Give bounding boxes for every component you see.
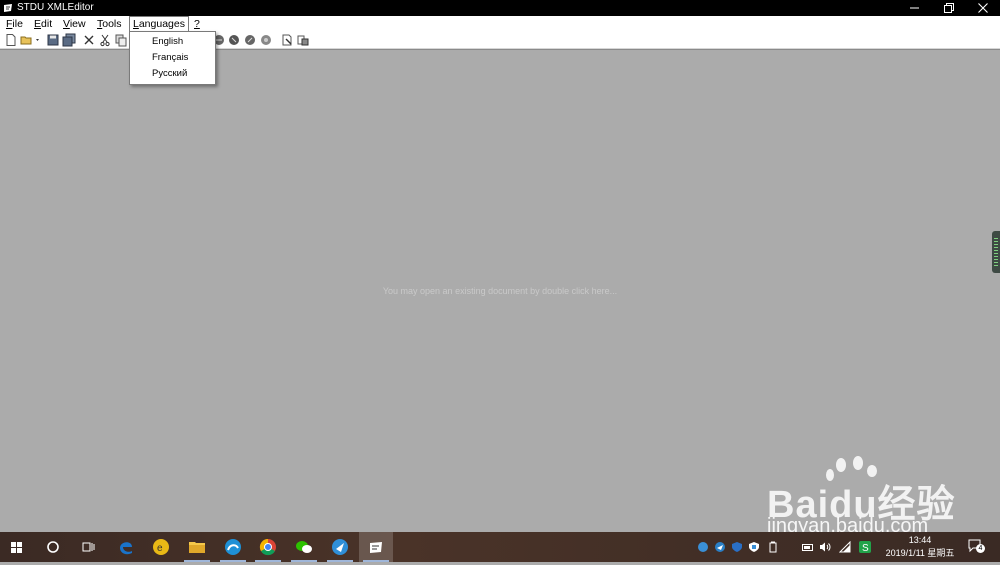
side-panel-handle[interactable]	[992, 231, 1000, 273]
taskbar-chrome[interactable]	[251, 532, 285, 562]
search-icon	[47, 541, 59, 553]
toolbar-button-12[interactable]	[280, 33, 294, 47]
start-button[interactable]	[0, 532, 34, 562]
menu-file[interactable]: File	[3, 16, 26, 32]
toolbar-icon	[261, 35, 271, 45]
minimize-button[interactable]	[898, 0, 932, 16]
taskbar-wechat[interactable]	[287, 532, 321, 562]
task-view-icon	[82, 542, 95, 552]
close-icon	[978, 3, 988, 13]
toolbar-icon	[229, 35, 239, 45]
open-document-hint: You may open an existing document by dou…	[382, 286, 618, 296]
tray-app-icon[interactable]	[697, 541, 709, 553]
menu-languages[interactable]: Languages	[129, 16, 189, 32]
languages-dropdown: English Français Русский	[129, 31, 216, 85]
menu-view[interactable]: View	[60, 16, 89, 32]
shield-icon[interactable]	[731, 541, 743, 553]
svg-text:S: S	[862, 543, 869, 553]
language-russian-label: Русский	[152, 68, 188, 79]
toolbar-icon	[245, 35, 255, 45]
taskbar-app-1[interactable]: e	[144, 532, 178, 562]
search-button[interactable]	[36, 532, 70, 562]
menu-help-label: ?	[194, 18, 200, 30]
language-francais-label: Français	[152, 52, 189, 63]
security-icon[interactable]	[748, 541, 760, 553]
menu-edit[interactable]: Edit	[31, 16, 55, 32]
cut-icon	[100, 34, 110, 47]
save-button[interactable]	[46, 33, 60, 47]
menu-languages-label: anguages	[138, 18, 185, 30]
open-button[interactable]	[20, 33, 39, 47]
open-icon	[20, 36, 39, 45]
taskbar-edge[interactable]	[109, 532, 143, 562]
save-icon	[47, 34, 59, 46]
taskbar: e S 13:44 2019/1/11 星期五 4	[0, 532, 1000, 562]
title-bar: STDU XMLEditor	[0, 0, 1000, 16]
task-view-button[interactable]	[71, 532, 105, 562]
svg-text:e: e	[157, 543, 163, 554]
notification-count: 4	[976, 544, 985, 553]
app-icon	[332, 539, 348, 555]
taskbar-file-explorer[interactable]	[180, 532, 214, 562]
restore-button[interactable]	[932, 0, 966, 16]
taskbar-app-2[interactable]	[216, 532, 250, 562]
menu-view-accel: V	[63, 18, 70, 30]
menu-edit-accel: E	[34, 18, 42, 30]
language-russian[interactable]: Русский	[130, 66, 215, 82]
toolbar-button-10[interactable]	[243, 33, 257, 47]
usb-icon[interactable]	[767, 541, 779, 553]
language-english[interactable]: English	[130, 34, 215, 50]
battery-icon[interactable]	[802, 541, 814, 553]
menu-view-label: iew	[69, 18, 86, 30]
start-icon	[11, 542, 22, 553]
new-icon	[6, 34, 16, 46]
edge-icon	[120, 542, 132, 555]
stdu-xmleditor-icon	[370, 542, 382, 553]
toolbar-button-13[interactable]	[296, 33, 310, 47]
toolbar-button-9[interactable]	[227, 33, 241, 47]
clock-time: 13:44	[908, 535, 932, 545]
app-logo-icon	[4, 4, 12, 12]
minimize-icon	[910, 7, 919, 9]
chrome-icon	[259, 538, 276, 556]
taskbar-stdu-xmleditor[interactable]	[359, 532, 393, 562]
app-icon: e	[153, 539, 169, 555]
wechat-icon	[296, 541, 312, 553]
menu-edit-label: dit	[41, 18, 53, 30]
menu-bar: File Edit View Tools Languages ?	[0, 16, 1000, 32]
delete-button[interactable]	[82, 33, 96, 47]
input-method-icon[interactable]: S	[859, 541, 871, 553]
action-center-button[interactable]: 4	[968, 539, 985, 553]
app-icon	[225, 539, 241, 555]
language-english-label: English	[152, 36, 184, 47]
new-button[interactable]	[4, 33, 18, 47]
close-button[interactable]	[966, 0, 1000, 16]
menu-help[interactable]: ?	[191, 16, 203, 32]
delete-icon	[84, 35, 94, 45]
save-all-button[interactable]	[62, 33, 76, 47]
menu-tools-label: ools	[102, 18, 122, 30]
side-panel-grip	[994, 238, 998, 266]
wifi-icon[interactable]	[839, 541, 851, 553]
window-title: STDU XMLEditor	[17, 2, 94, 13]
restore-icon	[944, 3, 954, 13]
tray-app-icon[interactable]	[714, 541, 726, 553]
clock-date: 2019/1/11 星期五	[885, 548, 955, 558]
cut-button[interactable]	[98, 33, 112, 47]
menu-file-label: ile	[12, 18, 23, 30]
toolbar-icon	[297, 35, 309, 46]
copy-button[interactable]	[114, 33, 128, 47]
file-explorer-icon	[189, 542, 205, 553]
language-francais[interactable]: Français	[130, 50, 215, 66]
save-all-icon	[62, 33, 76, 47]
taskbar-app-3[interactable]	[323, 532, 357, 562]
baidu-watermark: Baidu经验 jingyan.baidu.com	[765, 455, 970, 540]
toolbar-icon	[282, 34, 292, 46]
volume-icon[interactable]	[819, 541, 831, 553]
menu-tools[interactable]: Tools	[94, 16, 125, 32]
copy-icon	[115, 34, 127, 47]
system-clock[interactable]: 13:44 2019/1/11 星期五	[880, 534, 960, 560]
toolbar-button-11[interactable]	[259, 33, 273, 47]
